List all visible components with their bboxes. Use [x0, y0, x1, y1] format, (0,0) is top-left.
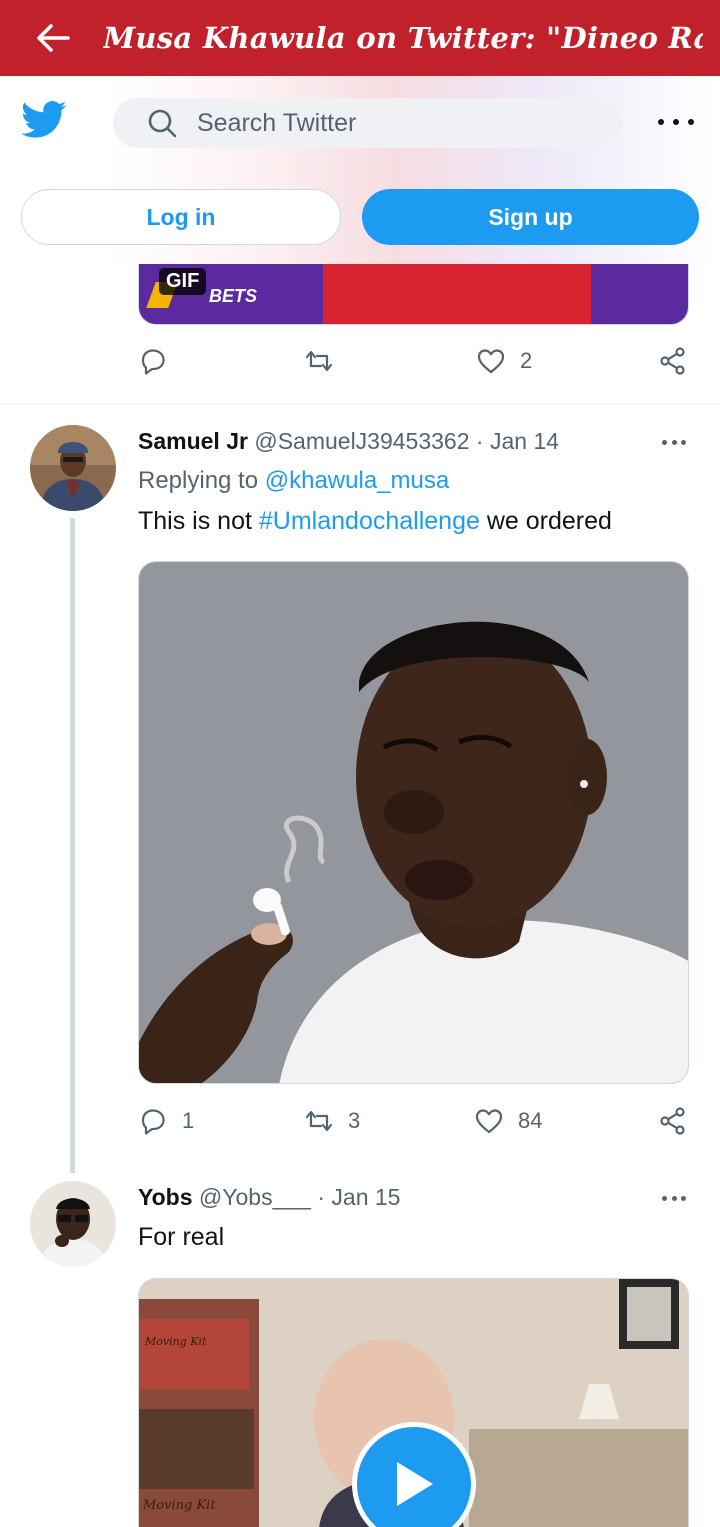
author-handle[interactable]: @Yobs___ — [199, 1184, 311, 1210]
search-bar[interactable] — [113, 98, 623, 148]
reply-button[interactable] — [138, 346, 168, 376]
prev-tweet-actions: 2 — [138, 346, 698, 382]
like-icon — [475, 1109, 503, 1134]
like-count: 2 — [520, 348, 533, 373]
twitter-bird-icon[interactable] — [21, 100, 67, 140]
signup-button[interactable]: Sign up — [362, 189, 699, 245]
tweet-text: This is not #Umlandochallenge we ordered — [138, 507, 612, 536]
tweet-divider — [0, 404, 720, 405]
like-button[interactable]: 84 — [474, 1106, 542, 1136]
login-button[interactable]: Log in — [21, 189, 341, 245]
avatar[interactable] — [30, 1181, 116, 1267]
reply-count: 1 — [182, 1108, 195, 1133]
media-label: Moving Kit — [142, 1498, 216, 1513]
share-icon — [660, 1107, 685, 1135]
retweet-button[interactable] — [304, 346, 334, 376]
share-icon — [660, 347, 685, 375]
media-red-panel — [323, 264, 591, 324]
tweet-header: Samuel Jr @SamuelJ39453362 · Jan 14 — [138, 428, 559, 455]
replying-to-link[interactable]: @khawula_musa — [265, 467, 449, 494]
share-button[interactable] — [658, 1106, 688, 1136]
gif-media[interactable]: BETS — [138, 264, 689, 325]
play-icon — [397, 1462, 433, 1506]
separator: · — [475, 428, 484, 454]
reply-icon — [141, 1109, 165, 1135]
search-icon — [148, 109, 177, 138]
media-text: BETS — [209, 286, 258, 306]
avatar[interactable] — [30, 425, 116, 511]
app-bar-title: Musa Khawula on Twitter: "Dineo Ran... — [103, 21, 703, 55]
tweet-text: For real — [138, 1223, 225, 1251]
more-icon[interactable] — [662, 1193, 686, 1203]
back-arrow-icon[interactable] — [33, 18, 73, 58]
more-icon[interactable] — [662, 437, 686, 447]
author-handle[interactable]: @SamuelJ39453362 — [254, 428, 469, 454]
separator: · — [317, 1184, 326, 1210]
share-button[interactable] — [658, 346, 688, 376]
tweet-date[interactable]: Jan 15 — [331, 1184, 400, 1210]
retweet-icon — [305, 350, 333, 372]
author-name[interactable]: Samuel Jr — [138, 428, 248, 454]
reply-icon — [141, 349, 165, 375]
search-input[interactable] — [197, 108, 577, 138]
like-count: 84 — [518, 1108, 543, 1133]
tweet-date[interactable]: Jan 14 — [490, 428, 559, 454]
text-before: This is not — [138, 507, 252, 535]
author-name[interactable]: Yobs — [138, 1184, 193, 1210]
retweet-count: 3 — [348, 1108, 361, 1133]
text-after: we ordered — [486, 507, 612, 535]
thread-line — [70, 518, 75, 1173]
hashtag-link[interactable]: #Umlandochallenge — [259, 507, 480, 535]
tweet-video[interactable]: Moving Kit Moving Kit — [138, 1278, 689, 1527]
replying-to: Replying to @khawula_musa — [138, 467, 449, 495]
tweet-header: Yobs @Yobs___ · Jan 15 — [138, 1184, 400, 1211]
more-icon[interactable] — [658, 112, 694, 132]
tweet-photo[interactable] — [138, 561, 689, 1084]
tweet-actions: 1 3 84 — [138, 1106, 698, 1142]
like-icon — [477, 349, 505, 374]
like-button[interactable]: 2 — [476, 346, 532, 376]
gif-badge: GIF — [159, 268, 207, 295]
twitter-header: Log in Sign up — [0, 76, 720, 264]
reply-button[interactable]: 1 — [138, 1106, 194, 1136]
app-bar: Musa Khawula on Twitter: "Dineo Ran... — [0, 0, 720, 76]
retweet-button[interactable]: 3 — [304, 1106, 360, 1136]
replying-prefix: Replying to — [138, 467, 259, 494]
media-label: Moving Kit — [144, 1335, 207, 1348]
retweet-icon — [305, 1110, 333, 1132]
